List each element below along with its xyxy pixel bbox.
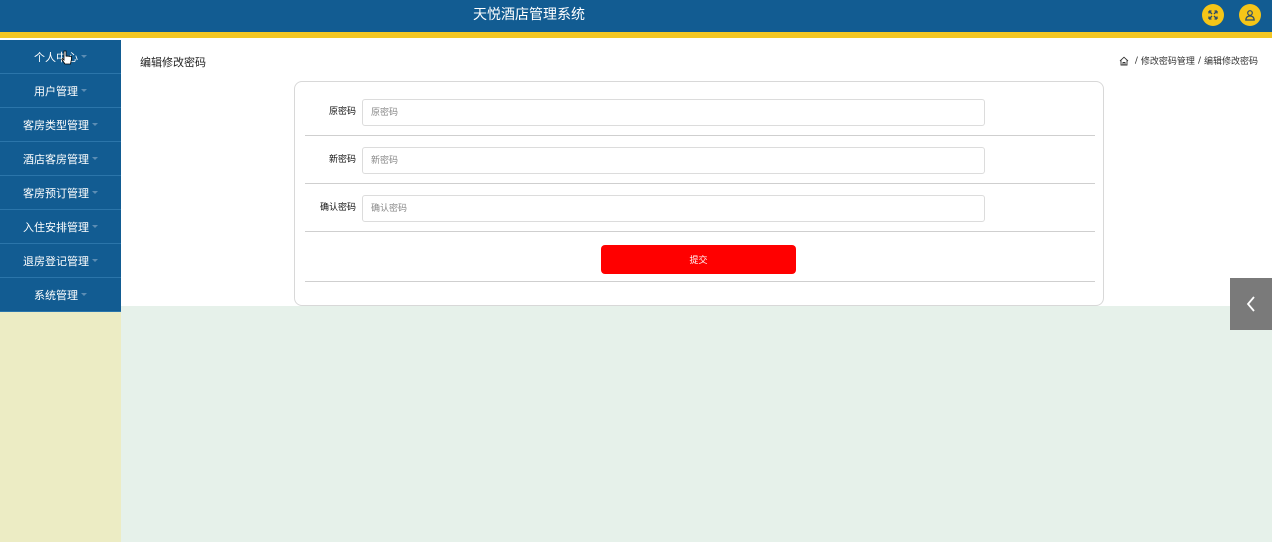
sidebar-item-label: 系统管理	[34, 288, 78, 302]
chevron-down-icon	[92, 123, 98, 126]
old-password-label: 原密码	[328, 107, 356, 117]
sidebar-item-user-management[interactable]: 用户管理	[0, 74, 121, 108]
sidebar-item-label: 用户管理	[34, 84, 78, 98]
chevron-down-icon	[81, 293, 87, 296]
breadcrumb-item-password-management[interactable]: 修改密码管理	[1141, 54, 1195, 67]
submit-button[interactable]: 提交	[601, 245, 796, 274]
confirm-password-input[interactable]	[362, 195, 985, 222]
chevron-down-icon	[81, 55, 87, 58]
new-password-input[interactable]	[362, 147, 985, 174]
sidebar-item-checkout-management[interactable]: 退房登记管理	[0, 244, 121, 278]
collapse-panel-button[interactable]	[1230, 278, 1272, 330]
sidebar-item-room-type-management[interactable]: 客房类型管理	[0, 108, 121, 142]
chevron-left-icon	[1246, 296, 1255, 312]
home-icon[interactable]	[1119, 56, 1129, 66]
chevron-down-icon	[92, 225, 98, 228]
old-password-input[interactable]	[362, 99, 985, 126]
content-background	[121, 306, 1272, 542]
sidebar-item-label: 客房类型管理	[23, 118, 89, 132]
confirm-password-label: 确认密码	[319, 203, 356, 213]
user-icon[interactable]	[1239, 4, 1261, 26]
page-right-edge	[1272, 0, 1285, 542]
form-row-confirm-password: 确认密码	[305, 184, 1095, 232]
form-row-old-password: 原密码	[305, 88, 1095, 136]
header-stripe	[0, 32, 1272, 38]
fullscreen-icon[interactable]	[1202, 4, 1224, 26]
top-header: 天悦酒店管理系统	[0, 0, 1272, 32]
sidebar-item-label: 退房登记管理	[23, 254, 89, 268]
sidebar-item-label: 入住安排管理	[23, 220, 89, 234]
sidebar-item-label: 客房预订管理	[23, 186, 89, 200]
page-title: 编辑修改密码	[140, 56, 206, 69]
breadcrumb: / 修改密码管理 / 编辑修改密码	[1119, 54, 1258, 67]
new-password-label: 新密码	[328, 155, 356, 165]
sidebar-item-personal-center[interactable]: 个人中心	[0, 40, 121, 74]
chevron-down-icon	[92, 259, 98, 262]
breadcrumb-separator: /	[1134, 55, 1138, 66]
chevron-down-icon	[92, 157, 98, 160]
breadcrumb-separator: /	[1197, 55, 1201, 66]
password-form: 原密码 新密码 确认密码 提交	[294, 81, 1104, 306]
sidebar-item-label: 酒店客房管理	[23, 152, 89, 166]
mouse-cursor-icon	[61, 50, 72, 65]
form-row-new-password: 新密码	[305, 136, 1095, 184]
app-title: 天悦酒店管理系统	[473, 7, 585, 23]
sidebar: 个人中心 用户管理 客房类型管理 酒店客房管理 客房预订管理 入住安排管理 退房…	[0, 40, 121, 542]
sidebar-item-system-management[interactable]: 系统管理	[0, 278, 121, 312]
sidebar-item-booking-management[interactable]: 客房预订管理	[0, 176, 121, 210]
chevron-down-icon	[81, 89, 87, 92]
sidebar-item-checkin-management[interactable]: 入住安排管理	[0, 210, 121, 244]
chevron-down-icon	[92, 191, 98, 194]
breadcrumb-item-edit-password[interactable]: 编辑修改密码	[1204, 54, 1258, 67]
sidebar-item-hotel-room-management[interactable]: 酒店客房管理	[0, 142, 121, 176]
